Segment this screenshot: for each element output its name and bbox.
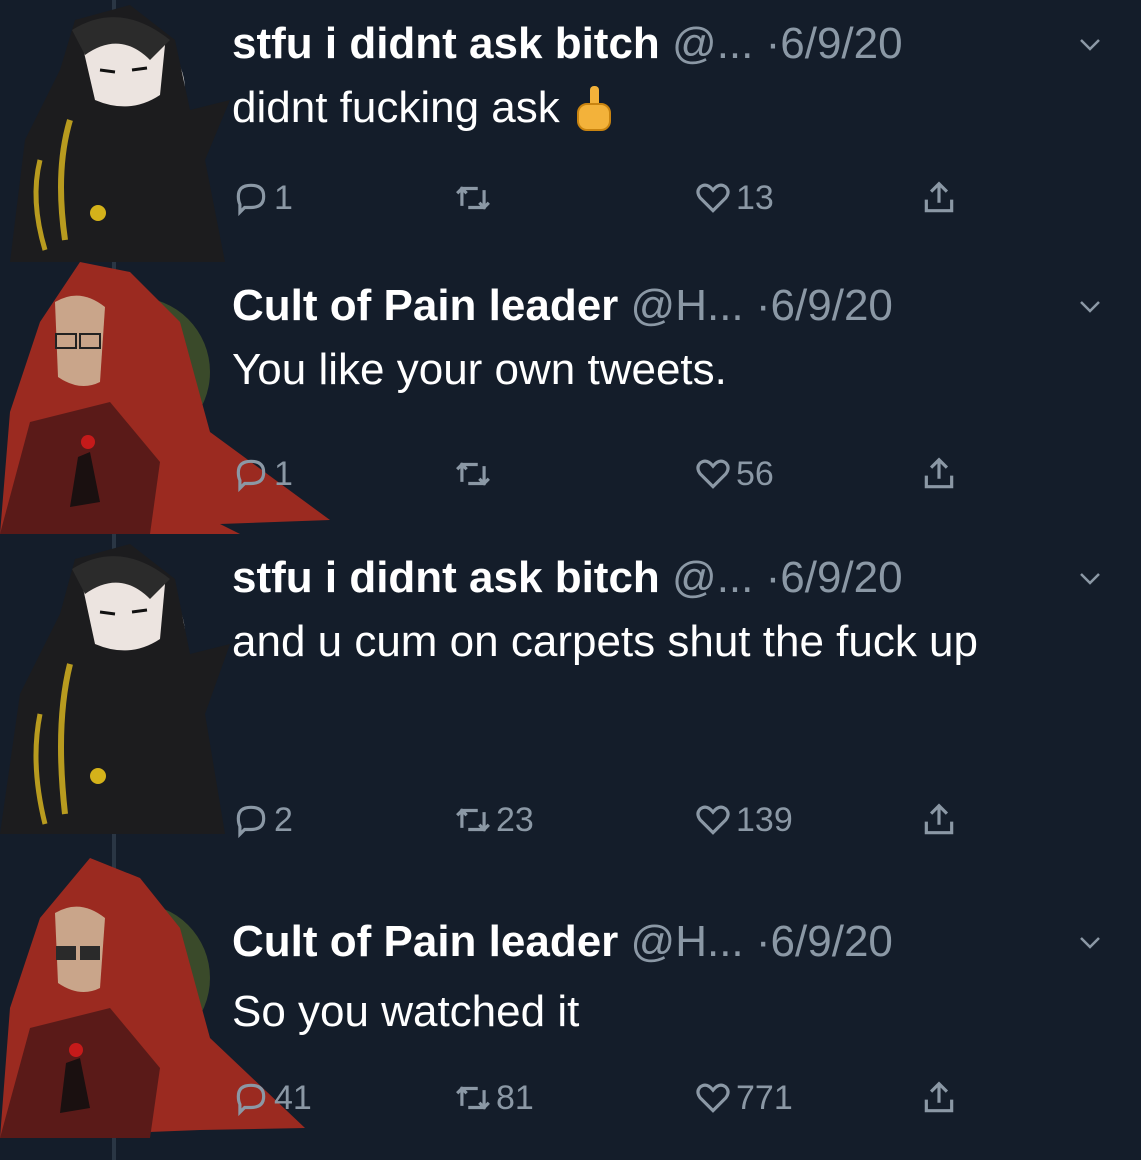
tweet-header: stfu i didnt ask bitch @... ·6/9/20 bbox=[232, 18, 903, 70]
reply-button[interactable]: 41 bbox=[232, 1078, 312, 1118]
reply-count: 1 bbox=[274, 454, 293, 493]
retweet-button[interactable] bbox=[454, 178, 496, 218]
like-button[interactable]: 139 bbox=[694, 800, 793, 840]
avatar[interactable] bbox=[0, 0, 235, 262]
share-icon bbox=[924, 1081, 954, 1113]
handle[interactable]: @... bbox=[672, 19, 753, 68]
tweet-text-content: and u cum on carpets shut the fuck up bbox=[232, 617, 979, 666]
reply-icon bbox=[236, 459, 266, 493]
dark-haired-anime-character-icon bbox=[0, 544, 230, 834]
middle-finger-emoji-icon bbox=[576, 86, 611, 132]
separator-dot: · bbox=[755, 281, 771, 330]
like-button[interactable]: 771 bbox=[694, 1078, 793, 1118]
retweet-count: 23 bbox=[496, 800, 534, 839]
share-icon bbox=[924, 181, 954, 213]
tweet[interactable]: stfu i didnt ask bitch @... ·6/9/20 and … bbox=[0, 534, 1141, 839]
tweet-header: Cult of Pain leader @H... ·6/9/20 bbox=[232, 916, 893, 968]
retweet-icon bbox=[456, 808, 490, 832]
display-name[interactable]: stfu i didnt ask bitch bbox=[232, 19, 660, 68]
display-name[interactable]: Cult of Pain leader bbox=[232, 281, 618, 330]
separator-dot: · bbox=[765, 553, 781, 602]
like-count: 56 bbox=[736, 454, 774, 493]
handle[interactable]: @... bbox=[672, 553, 753, 602]
tweet-actions: 41 81 771 bbox=[232, 1078, 1012, 1118]
tweet-actions: 1 56 bbox=[232, 454, 1012, 494]
chevron-down-icon[interactable] bbox=[1078, 32, 1102, 56]
tweet-date[interactable]: 6/9/20 bbox=[780, 553, 902, 602]
tweet-text-content: So you watched it bbox=[232, 987, 580, 1036]
retweet-button[interactable] bbox=[454, 454, 496, 494]
handle[interactable]: @H... bbox=[631, 281, 744, 330]
like-count: 13 bbox=[736, 178, 774, 217]
chevron-down-icon[interactable] bbox=[1078, 930, 1102, 954]
reply-count: 1 bbox=[274, 178, 293, 217]
retweet-count: 81 bbox=[496, 1078, 534, 1117]
reply-button[interactable]: 1 bbox=[232, 454, 293, 494]
tweet-date[interactable]: 6/9/20 bbox=[780, 19, 902, 68]
tweet-date[interactable]: 6/9/20 bbox=[771, 281, 893, 330]
tweet-header: Cult of Pain leader @H... ·6/9/20 bbox=[232, 280, 893, 332]
tweet[interactable]: stfu i didnt ask bitch @... ·6/9/20 didn… bbox=[0, 0, 1141, 262]
like-button[interactable]: 56 bbox=[694, 454, 774, 494]
tweet-text: So you watched it bbox=[232, 976, 1102, 1048]
retweet-icon bbox=[456, 1086, 490, 1110]
reply-count: 2 bbox=[274, 800, 293, 839]
reply-count: 41 bbox=[274, 1078, 312, 1117]
reply-button[interactable]: 1 bbox=[232, 178, 293, 218]
heart-icon bbox=[696, 805, 730, 835]
share-button[interactable] bbox=[920, 454, 962, 494]
tweet-text-content: didnt fucking ask bbox=[232, 83, 560, 132]
tweet-actions: 2 23 139 bbox=[232, 800, 1012, 840]
avatar[interactable] bbox=[0, 534, 235, 834]
like-count: 771 bbox=[736, 1078, 793, 1117]
tweet-text-content: You like your own tweets. bbox=[232, 345, 727, 394]
share-button[interactable] bbox=[920, 1078, 962, 1118]
tweet-actions: 1 13 bbox=[232, 178, 1012, 218]
chevron-down-icon[interactable] bbox=[1078, 566, 1102, 590]
tweet-date[interactable]: 6/9/20 bbox=[771, 917, 893, 966]
tweet-text: You like your own tweets. bbox=[232, 334, 1102, 406]
heart-icon bbox=[696, 1083, 730, 1113]
handle[interactable]: @H... bbox=[631, 917, 744, 966]
retweet-icon bbox=[456, 186, 490, 210]
retweet-icon bbox=[456, 462, 490, 486]
dark-haired-anime-character-icon bbox=[10, 5, 230, 262]
like-count: 139 bbox=[736, 800, 793, 839]
display-name[interactable]: stfu i didnt ask bitch bbox=[232, 553, 660, 602]
retweet-button[interactable]: 81 bbox=[454, 1078, 534, 1118]
share-button[interactable] bbox=[920, 800, 962, 840]
tweet[interactable]: Cult of Pain leader @H... ·6/9/20 So you… bbox=[0, 858, 1141, 1160]
reply-icon bbox=[236, 805, 266, 839]
display-name[interactable]: Cult of Pain leader bbox=[232, 917, 618, 966]
heart-icon bbox=[696, 183, 730, 213]
like-button[interactable]: 13 bbox=[694, 178, 774, 218]
tweet-header: stfu i didnt ask bitch @... ·6/9/20 bbox=[232, 552, 903, 604]
share-icon bbox=[924, 457, 954, 489]
retweet-button[interactable]: 23 bbox=[454, 800, 534, 840]
share-button[interactable] bbox=[920, 178, 962, 218]
separator-dot: · bbox=[765, 19, 781, 68]
chevron-down-icon[interactable] bbox=[1078, 294, 1102, 318]
tweet-text: didnt fucking ask bbox=[232, 72, 1102, 144]
heart-icon bbox=[696, 459, 730, 489]
reply-icon bbox=[236, 1083, 266, 1117]
separator-dot: · bbox=[755, 917, 771, 966]
tweet[interactable]: Cult of Pain leader @H... ·6/9/20 You li… bbox=[0, 262, 1141, 534]
reply-icon bbox=[236, 183, 266, 217]
share-icon bbox=[924, 803, 954, 835]
tweet-text: and u cum on carpets shut the fuck up bbox=[232, 606, 1092, 678]
reply-button[interactable]: 2 bbox=[232, 800, 293, 840]
